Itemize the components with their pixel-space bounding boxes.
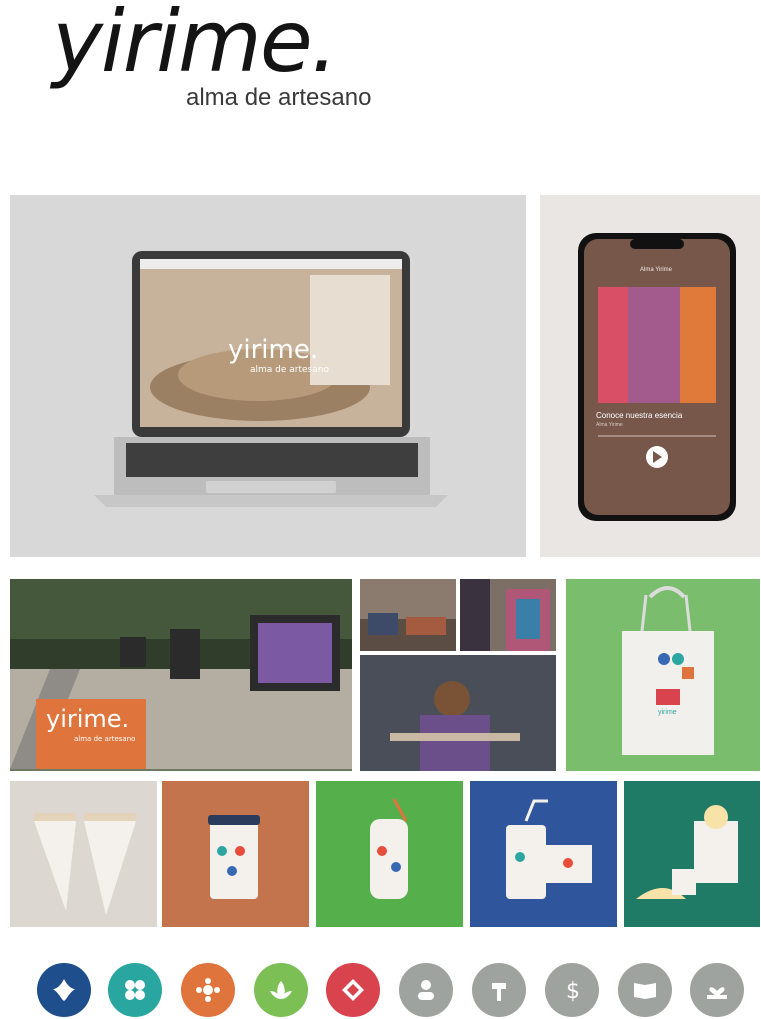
brand-logo: yirime.	[52, 0, 338, 92]
smoothie-cup-mockup	[316, 781, 463, 927]
tote-logo-text: yirime	[658, 709, 677, 716]
splash-icon	[37, 963, 91, 1017]
phone-illustration	[578, 233, 736, 521]
phone-header: Alma Yirime	[640, 267, 673, 273]
tote-illustration	[622, 586, 714, 755]
phone-mockup-panel: Alma Yirime Conoce nuestra esencia Alma …	[540, 195, 760, 557]
cone-packaging-mockup	[10, 781, 157, 927]
street-sign-logo: yirime.	[46, 705, 130, 733]
coffee-cup-mockup	[162, 781, 309, 927]
laptop-screen-logo: yirime.	[228, 335, 319, 365]
flower-pattern-icon	[108, 963, 162, 1017]
market-photo-1	[360, 579, 456, 651]
laptop-mockup-panel: yirime. alma de artesano	[10, 195, 526, 557]
track-title: Conoce nuestra esencia	[596, 411, 683, 420]
book-icon	[618, 963, 672, 1017]
tote-bag-mockup: yirime	[566, 579, 760, 771]
market-photo-2	[460, 579, 556, 651]
brand-tagline: alma de artesano	[186, 84, 372, 111]
weaver-photo	[360, 655, 556, 771]
laptop-illustration	[94, 251, 448, 507]
popcorn-box-mockup	[624, 781, 760, 927]
hands-heart-icon	[690, 963, 744, 1017]
sun-flower-icon	[181, 963, 235, 1017]
soda-cup-mockup	[470, 781, 617, 927]
street-sign-orange: yirime. alma de artesano	[36, 699, 146, 769]
user-icon	[399, 963, 453, 1017]
track-artist: Alma Yirime	[596, 422, 623, 428]
hammer-icon	[472, 963, 526, 1017]
diamond-icon	[326, 963, 380, 1017]
laptop-screen-tagline: alma de artesano	[250, 365, 329, 375]
street-sign-tagline: alma de artesano	[74, 735, 136, 743]
svg-text:$: $	[566, 979, 580, 1004]
lotus-icon	[254, 963, 308, 1017]
dollar-icon: $	[545, 963, 599, 1017]
street-exhibition-photo: yirime. alma de artesano	[10, 579, 352, 771]
